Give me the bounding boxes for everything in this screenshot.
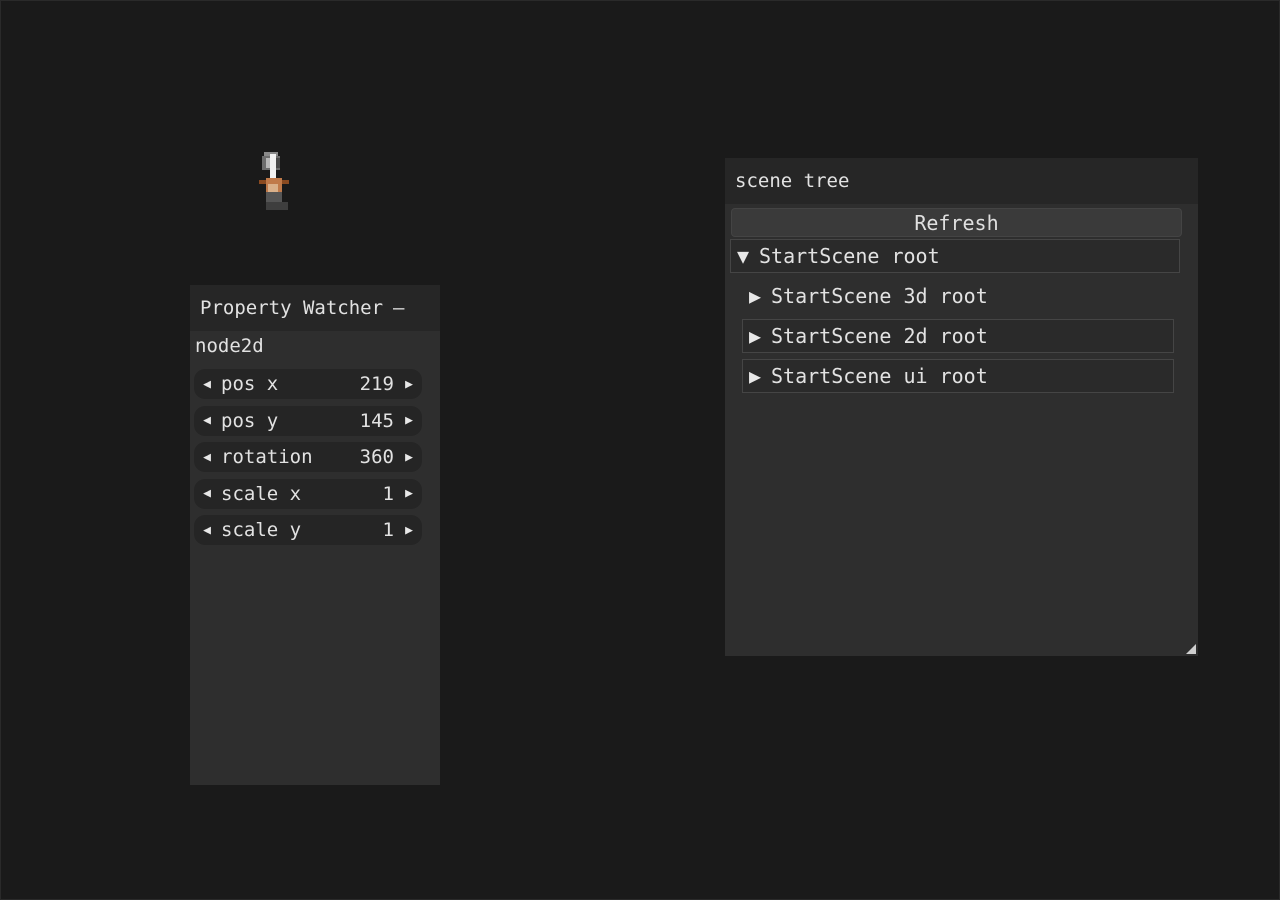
scale-x-drag-field[interactable]: ◀ scale x 1 ▶ xyxy=(194,478,422,509)
tree-node-label: StartScene root xyxy=(759,244,940,268)
property-label: pos x xyxy=(221,373,279,395)
increment-arrow-icon[interactable]: ▶ xyxy=(402,486,416,501)
collapsed-triangle-icon[interactable]: ▶ xyxy=(749,284,771,308)
property-label: scale y xyxy=(221,519,302,541)
tree-node-label: StartScene 2d root xyxy=(771,324,988,348)
collapsed-triangle-icon[interactable]: ▶ xyxy=(749,324,771,348)
property-watcher-window[interactable]: Property Watcher – node2d ◀ pos x 219 ▶ … xyxy=(190,285,440,785)
property-value[interactable]: 219 xyxy=(360,373,402,395)
property-value[interactable]: 360 xyxy=(360,446,402,468)
decrement-arrow-icon[interactable]: ◀ xyxy=(200,523,214,538)
scene-tree-title: scene tree xyxy=(735,170,850,192)
property-value[interactable]: 145 xyxy=(360,410,402,432)
resize-grip-icon[interactable] xyxy=(1186,644,1196,654)
collapsed-triangle-icon[interactable]: ▶ xyxy=(749,364,771,388)
tree-node-label: StartScene ui root xyxy=(771,364,988,388)
tree-node-label: StartScene 3d root xyxy=(771,284,988,308)
decrement-arrow-icon[interactable]: ◀ xyxy=(200,413,214,428)
tree-node-startscene-3d-root[interactable]: ▶ StartScene 3d root xyxy=(749,280,1179,312)
property-value[interactable]: 1 xyxy=(383,519,402,541)
increment-arrow-icon[interactable]: ▶ xyxy=(402,377,416,392)
increment-arrow-icon[interactable]: ▶ xyxy=(402,450,416,465)
collapse-icon[interactable]: – xyxy=(393,297,404,319)
tree-node-startscene-ui-root[interactable]: ▶ StartScene ui root xyxy=(742,359,1174,393)
scale-y-drag-field[interactable]: ◀ scale y 1 ▶ xyxy=(194,515,422,545)
rotation-drag-field[interactable]: ◀ rotation 360 ▶ xyxy=(194,442,422,472)
knight-sprite xyxy=(259,152,289,210)
increment-arrow-icon[interactable]: ▶ xyxy=(402,413,416,428)
expanded-triangle-icon[interactable]: ▼ xyxy=(737,244,759,268)
node-label: node2d xyxy=(195,335,264,357)
decrement-arrow-icon[interactable]: ◀ xyxy=(200,486,214,501)
increment-arrow-icon[interactable]: ▶ xyxy=(402,523,416,538)
property-watcher-titlebar[interactable]: Property Watcher – xyxy=(190,285,440,331)
pos-y-drag-field[interactable]: ◀ pos y 145 ▶ xyxy=(194,405,422,436)
property-label: scale x xyxy=(221,482,302,505)
property-label: pos y xyxy=(221,409,279,432)
property-value[interactable]: 1 xyxy=(383,483,402,505)
tree-node-startscene-root[interactable]: ▼ StartScene root xyxy=(730,239,1180,273)
property-watcher-title: Property Watcher xyxy=(200,297,384,319)
decrement-arrow-icon[interactable]: ◀ xyxy=(200,377,214,392)
scene-tree-titlebar[interactable]: scene tree xyxy=(725,158,1198,204)
tree-node-startscene-2d-root[interactable]: ▶ StartScene 2d root xyxy=(742,319,1174,353)
scene-tree-window[interactable]: scene tree Refresh ▼ StartScene root ▶ S… xyxy=(725,158,1198,656)
property-label: rotation xyxy=(221,446,313,468)
decrement-arrow-icon[interactable]: ◀ xyxy=(200,450,214,465)
pos-x-drag-field[interactable]: ◀ pos x 219 ▶ xyxy=(194,369,422,399)
refresh-button[interactable]: Refresh xyxy=(731,208,1182,237)
